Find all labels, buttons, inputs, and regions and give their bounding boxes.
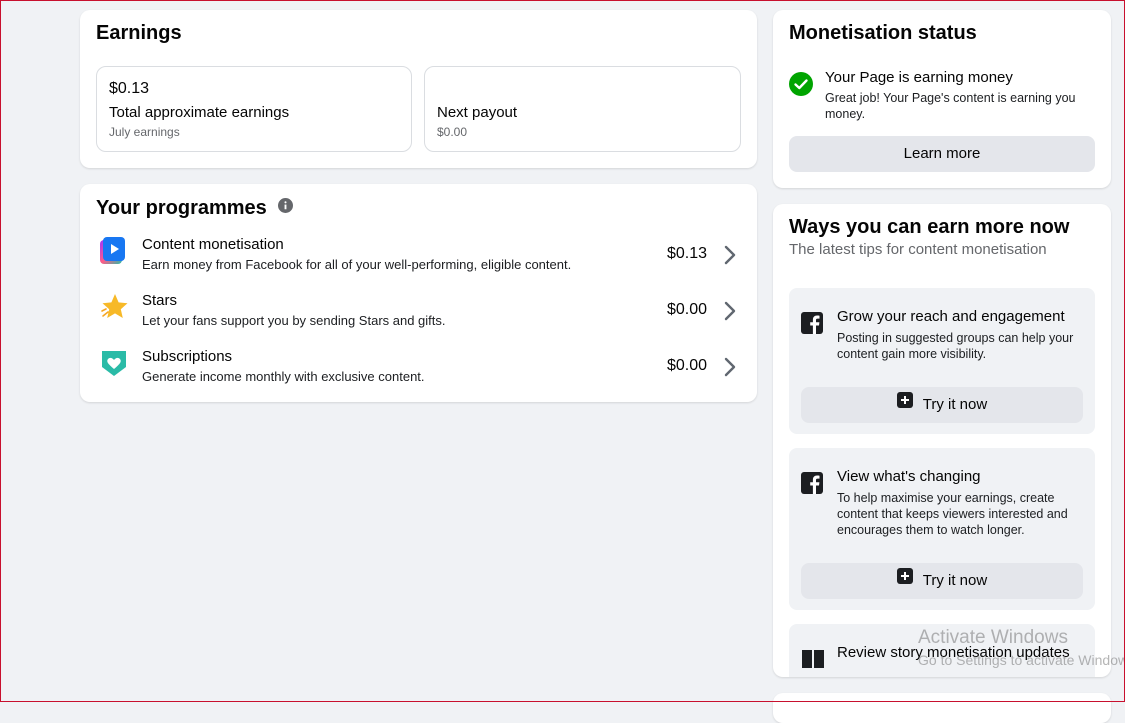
status-title: Monetisation status	[789, 22, 977, 44]
programme-row-subscriptions[interactable]: Subscriptions Generate income monthly wi…	[80, 348, 757, 402]
tip-title: Grow your reach and engagement	[837, 308, 1065, 325]
try-it-now-button[interactable]: Try it now	[801, 563, 1083, 599]
next-payout-amount: $0.00	[437, 125, 468, 139]
programmes-title-text: Your programmes	[96, 197, 267, 219]
earnings-title: Earnings	[96, 22, 182, 44]
ways-title: Ways you can earn more now	[789, 216, 1070, 238]
programme-row-content-monetisation[interactable]: Content monetisation Earn money from Fac…	[80, 236, 757, 292]
programme-amount: $0.00	[666, 301, 707, 318]
next-payout-box[interactable]: Next payout $0.00	[424, 66, 741, 152]
chevron-right-icon[interactable]	[723, 244, 737, 266]
monetisation-status-card: Monetisation status Your Page is earning…	[773, 10, 1111, 188]
book-icon	[801, 648, 825, 670]
total-earnings-sub: July earnings	[109, 125, 180, 139]
facebook-icon	[801, 312, 823, 334]
next-payout-label: Next payout	[437, 104, 518, 121]
tip-card: Grow your reach and engagement Posting i…	[789, 288, 1095, 434]
facebook-icon	[801, 472, 823, 494]
ways-to-earn-card: Ways you can earn more now The latest ti…	[773, 204, 1111, 677]
plus-square-icon	[896, 386, 913, 422]
check-circle-icon	[789, 72, 813, 96]
try-it-now-label: Try it now	[922, 396, 988, 413]
programme-title: Stars	[142, 292, 178, 309]
earnings-card: Earnings $0.13 Total approximate earning…	[80, 10, 757, 168]
try-it-now-label: Try it now	[922, 572, 988, 589]
activate-windows-watermark: Activate Windows	[918, 627, 1068, 648]
content-monetisation-icon	[100, 236, 128, 264]
subscriptions-heart-icon	[100, 348, 128, 376]
programmes-title: Your programmes	[96, 196, 294, 220]
programme-title: Subscriptions	[142, 348, 233, 365]
programme-desc: Generate income monthly with exclusive c…	[142, 369, 425, 384]
total-earnings-label: Total approximate earnings	[109, 104, 290, 121]
programme-row-stars[interactable]: Stars Let your fans support you by sendi…	[80, 292, 757, 348]
ways-subtitle: The latest tips for content monetisation	[789, 241, 1047, 258]
programme-amount: $0.13	[666, 245, 707, 262]
try-it-now-button[interactable]: Try it now	[801, 387, 1083, 423]
tip-card: View what's changing To help maximise yo…	[789, 448, 1095, 610]
programmes-card: Your programmes Content monetisation Ear…	[80, 184, 757, 402]
info-icon[interactable]	[278, 196, 294, 219]
programme-desc: Earn money from Facebook for all of your…	[142, 257, 572, 272]
status-body: Great job! Your Page's content is earnin…	[825, 91, 1076, 121]
plus-square-icon	[896, 562, 913, 598]
total-earnings-amount: $0.13	[109, 80, 150, 97]
total-earnings-box[interactable]: $0.13 Total approximate earnings July ea…	[96, 66, 412, 152]
star-icon	[100, 292, 128, 320]
chevron-right-icon[interactable]	[723, 356, 737, 378]
tip-body: To help maximise your earnings, create c…	[837, 491, 1068, 537]
learn-more-button[interactable]: Learn more	[789, 136, 1095, 172]
programme-desc: Let your fans support you by sending Sta…	[142, 313, 446, 328]
tip-body: Posting in suggested groups can help you…	[837, 331, 1074, 361]
chevron-right-icon[interactable]	[723, 300, 737, 322]
activate-windows-hint: Go to Settings to activate Windows.	[918, 652, 1125, 668]
programme-title: Content monetisation	[142, 236, 284, 253]
next-card-partial	[773, 693, 1111, 723]
programme-amount: $0.00	[666, 357, 707, 374]
tip-title: View what's changing	[837, 468, 981, 485]
status-headline: Your Page is earning money	[825, 69, 1013, 86]
